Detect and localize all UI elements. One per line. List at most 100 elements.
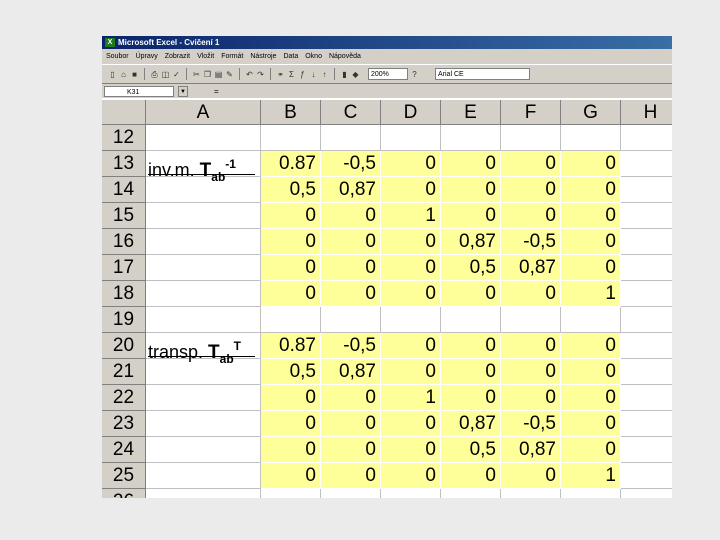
table-cell[interactable]: 0	[501, 203, 561, 229]
format-painter-icon[interactable]: ✎	[225, 70, 234, 79]
sort-asc-icon[interactable]: ↓	[309, 70, 318, 79]
print-icon[interactable]: ⎙	[150, 70, 159, 79]
table-cell[interactable]: 0	[441, 359, 501, 385]
row-header[interactable]: 22	[102, 385, 146, 411]
table-cell[interactable]: 0	[501, 463, 561, 489]
table-cell[interactable]	[501, 307, 561, 333]
table-cell[interactable]	[621, 489, 672, 498]
redo-icon[interactable]: ↷	[256, 70, 265, 79]
table-cell[interactable]	[381, 489, 441, 498]
table-cell[interactable]	[561, 125, 621, 151]
table-cell[interactable]: 0	[321, 281, 381, 307]
menu-item[interactable]: Nástroje	[250, 49, 276, 64]
table-cell[interactable]: 0,87	[501, 255, 561, 281]
table-cell[interactable]: 0	[321, 437, 381, 463]
table-cell[interactable]: 0	[561, 203, 621, 229]
table-cell[interactable]: 0,5	[261, 177, 321, 203]
table-cell[interactable]	[621, 359, 672, 385]
column-header[interactable]: F	[501, 100, 561, 125]
table-cell[interactable]: 0	[261, 437, 321, 463]
table-cell[interactable]: 0	[441, 385, 501, 411]
table-cell[interactable]: 0,87	[441, 411, 501, 437]
table-cell[interactable]	[561, 307, 621, 333]
table-cell[interactable]: 0	[501, 281, 561, 307]
table-cell[interactable]: 1	[381, 203, 441, 229]
table-cell[interactable]: 1	[381, 385, 441, 411]
copy-icon[interactable]: ❐	[203, 70, 212, 79]
column-header[interactable]: B	[261, 100, 321, 125]
table-cell[interactable]: 0	[561, 255, 621, 281]
table-cell[interactable]: 0	[381, 437, 441, 463]
table-cell[interactable]	[621, 307, 672, 333]
table-cell[interactable]: 0	[261, 385, 321, 411]
table-cell[interactable]	[146, 125, 261, 151]
table-cell[interactable]	[621, 177, 672, 203]
row-header[interactable]: 21	[102, 359, 146, 385]
table-cell[interactable]	[621, 229, 672, 255]
drawing-icon[interactable]: ◆	[351, 70, 360, 79]
table-cell[interactable]	[621, 333, 672, 359]
preview-icon[interactable]: ◫	[161, 70, 170, 79]
row-header[interactable]: 24	[102, 437, 146, 463]
table-cell[interactable]	[146, 489, 261, 498]
row-header[interactable]: 12	[102, 125, 146, 151]
table-cell[interactable]: 0,87	[441, 229, 501, 255]
menu-item[interactable]: Okno	[305, 49, 322, 64]
table-cell[interactable]: 0	[561, 333, 621, 359]
name-box[interactable]: K31	[104, 85, 174, 97]
row-header[interactable]: 26	[102, 489, 146, 498]
zoom-select[interactable]: 200%	[368, 68, 408, 80]
table-cell[interactable]	[621, 385, 672, 411]
table-cell[interactable]: -0,5	[501, 229, 561, 255]
table-cell[interactable]	[621, 411, 672, 437]
table-cell[interactable]: 0	[501, 151, 561, 177]
table-cell[interactable]: 0	[381, 463, 441, 489]
table-cell[interactable]: 0,87	[501, 437, 561, 463]
table-cell[interactable]	[321, 307, 381, 333]
table-cell[interactable]	[621, 255, 672, 281]
table-cell[interactable]: 0	[381, 151, 441, 177]
cut-icon[interactable]: ✂	[192, 70, 201, 79]
table-cell[interactable]: 0	[381, 229, 441, 255]
table-cell[interactable]: 0	[441, 151, 501, 177]
row-header[interactable]: 18	[102, 281, 146, 307]
chart-wizard-icon[interactable]: ▮	[340, 70, 349, 79]
menu-item[interactable]: Soubor	[106, 49, 129, 64]
menu-item[interactable]: Formát	[221, 49, 243, 64]
table-cell[interactable]	[621, 463, 672, 489]
row-header[interactable]: 20	[102, 333, 146, 359]
table-cell[interactable]: 0,5	[441, 437, 501, 463]
table-cell[interactable]	[621, 281, 672, 307]
table-cell[interactable]: 0	[441, 463, 501, 489]
table-cell[interactable]: 0	[381, 177, 441, 203]
table-cell[interactable]	[621, 203, 672, 229]
table-cell[interactable]: 0	[321, 463, 381, 489]
column-header[interactable]: G	[561, 100, 621, 125]
menu-item[interactable]: Vložit	[197, 49, 214, 64]
row-header[interactable]: 15	[102, 203, 146, 229]
table-cell[interactable]	[381, 307, 441, 333]
autosum-icon[interactable]: Σ	[287, 70, 296, 79]
row-header[interactable]: 16	[102, 229, 146, 255]
menu-item[interactable]: Data	[283, 49, 298, 64]
table-cell[interactable]	[441, 489, 501, 498]
table-cell[interactable]: 0	[501, 359, 561, 385]
table-cell[interactable]: 0.87	[261, 151, 321, 177]
table-cell[interactable]	[321, 489, 381, 498]
open-icon[interactable]: ⌂	[119, 70, 128, 79]
table-cell[interactable]: 0	[561, 177, 621, 203]
table-cell[interactable]	[621, 437, 672, 463]
table-cell[interactable]	[501, 489, 561, 498]
row-header[interactable]: 14	[102, 177, 146, 203]
table-cell[interactable]	[146, 437, 261, 463]
table-cell[interactable]: 0	[561, 359, 621, 385]
table-cell[interactable]: 0.87	[261, 333, 321, 359]
table-cell[interactable]: 0	[261, 229, 321, 255]
table-cell[interactable]: 0	[321, 255, 381, 281]
column-header[interactable]: C	[321, 100, 381, 125]
table-cell[interactable]	[146, 411, 261, 437]
column-header[interactable]: E	[441, 100, 501, 125]
table-cell[interactable]: 0	[261, 411, 321, 437]
table-cell[interactable]: 0	[261, 255, 321, 281]
row-header[interactable]: 13	[102, 151, 146, 177]
